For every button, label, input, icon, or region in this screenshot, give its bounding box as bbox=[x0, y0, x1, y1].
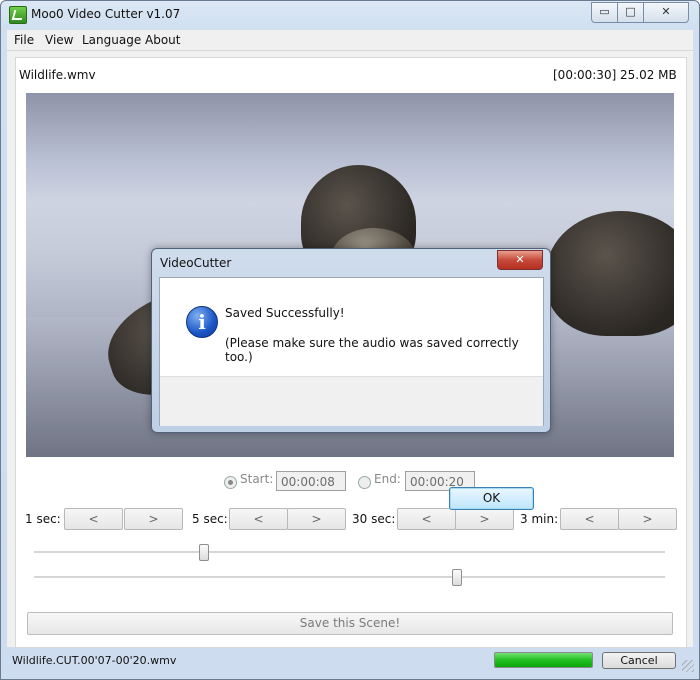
step-3min-forward-button[interactable]: > bbox=[618, 508, 677, 530]
message-dialog: VideoCutter ✕ i Saved Successfully! (Ple… bbox=[151, 248, 551, 510]
step-5sec-back-button[interactable]: < bbox=[229, 508, 288, 530]
dialog-message: Saved Successfully! bbox=[225, 306, 345, 320]
step-3min-label: 3 min: bbox=[520, 512, 559, 526]
menu-about[interactable]: About bbox=[145, 33, 180, 47]
end-label: End: bbox=[374, 472, 401, 486]
menu-bar: File View Language About bbox=[7, 30, 693, 51]
start-time-field[interactable]: 00:00:08 bbox=[276, 471, 346, 491]
dialog-close-icon: ✕ bbox=[515, 253, 525, 266]
end-radio[interactable] bbox=[358, 476, 371, 489]
window-title: Moo0 Video Cutter v1.07 bbox=[31, 7, 181, 21]
start-slider-track[interactable] bbox=[34, 551, 665, 554]
end-slider-thumb[interactable] bbox=[451, 569, 462, 586]
step-5sec-forward-button[interactable]: > bbox=[287, 508, 346, 530]
dialog-close-button[interactable]: ✕ bbox=[497, 250, 543, 270]
menu-language[interactable]: Language bbox=[82, 33, 141, 47]
title-bar[interactable]: Moo0 Video Cutter v1.07 ▭ □ ✕ bbox=[1, 1, 699, 29]
start-label: Start: bbox=[240, 472, 274, 486]
maximize-icon: □ bbox=[625, 5, 636, 18]
close-button[interactable]: ✕ bbox=[643, 2, 689, 23]
menu-file[interactable]: File bbox=[14, 33, 34, 47]
ok-button[interactable]: OK bbox=[449, 487, 534, 510]
dialog-title: VideoCutter bbox=[160, 256, 232, 270]
end-slider-track[interactable] bbox=[34, 576, 665, 579]
step-30sec-back-button[interactable]: < bbox=[397, 508, 456, 530]
close-icon: ✕ bbox=[661, 5, 671, 18]
step-30sec-label: 30 sec: bbox=[352, 512, 396, 526]
menu-view[interactable]: View bbox=[45, 33, 73, 47]
step-5sec-label: 5 sec: bbox=[192, 512, 228, 526]
step-1sec-label: 1 sec: bbox=[25, 512, 61, 526]
step-3min-back-button[interactable]: < bbox=[560, 508, 619, 530]
progress-fill bbox=[495, 653, 592, 667]
dialog-note: (Please make sure the audio was saved co… bbox=[225, 336, 519, 364]
start-slider-thumb[interactable] bbox=[199, 544, 210, 561]
save-scene-button[interactable]: Save this Scene! bbox=[27, 612, 673, 635]
step-1sec-forward-button[interactable]: > bbox=[124, 508, 183, 530]
file-duration: [00:00:30] bbox=[553, 68, 617, 82]
app-icon bbox=[9, 6, 27, 24]
minimize-icon: ▭ bbox=[599, 5, 610, 18]
minimize-button[interactable]: ▭ bbox=[591, 2, 618, 23]
step-1sec-back-button[interactable]: < bbox=[64, 508, 123, 530]
info-icon: i bbox=[186, 306, 218, 338]
start-radio[interactable] bbox=[224, 476, 237, 489]
cancel-button[interactable]: Cancel bbox=[602, 652, 676, 669]
dialog-footer: OK bbox=[160, 376, 543, 510]
output-file-name: Wildlife.CUT.00'07-00'20.wmv bbox=[12, 654, 177, 667]
save-progress-bar bbox=[494, 652, 593, 668]
step-30sec-forward-button[interactable]: > bbox=[455, 508, 514, 530]
dialog-body: i Saved Successfully! (Please make sure … bbox=[159, 277, 544, 510]
file-name: Wildlife.wmv bbox=[19, 68, 96, 82]
video-seal-right bbox=[546, 211, 674, 336]
file-size: 25.02 MB bbox=[620, 68, 677, 82]
resize-grip[interactable] bbox=[682, 660, 694, 672]
maximize-button[interactable]: □ bbox=[617, 2, 644, 23]
